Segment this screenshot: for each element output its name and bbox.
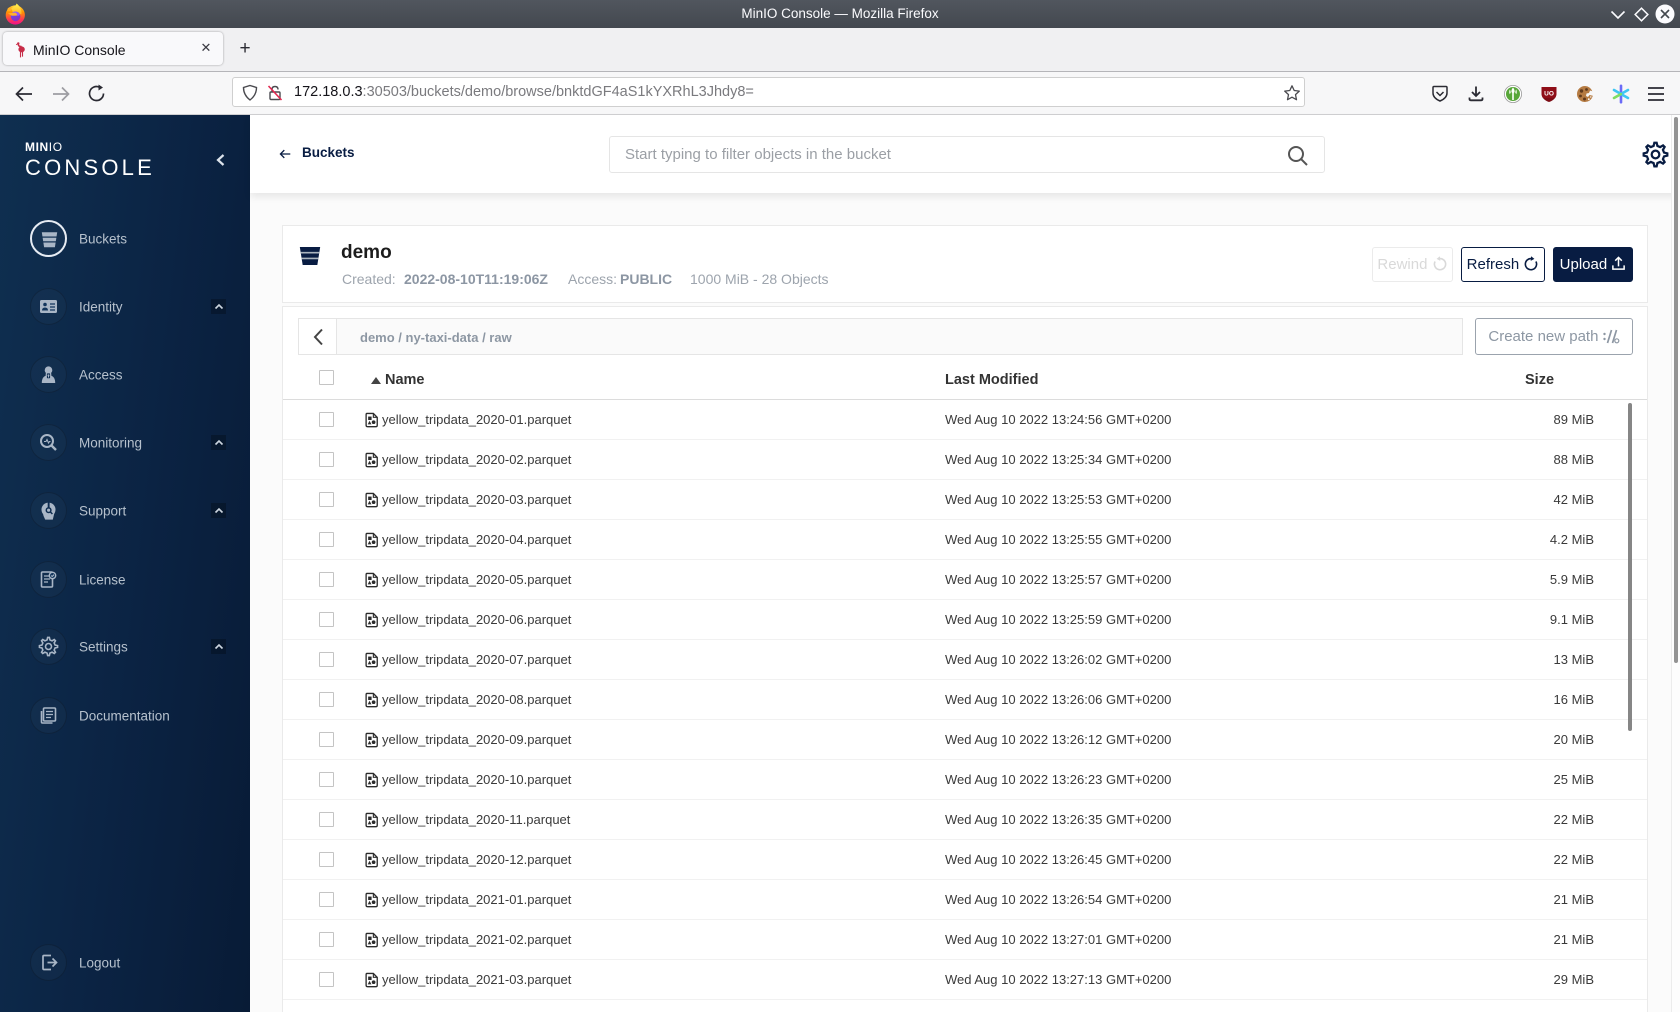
svg-text:UO: UO [1544, 91, 1554, 98]
